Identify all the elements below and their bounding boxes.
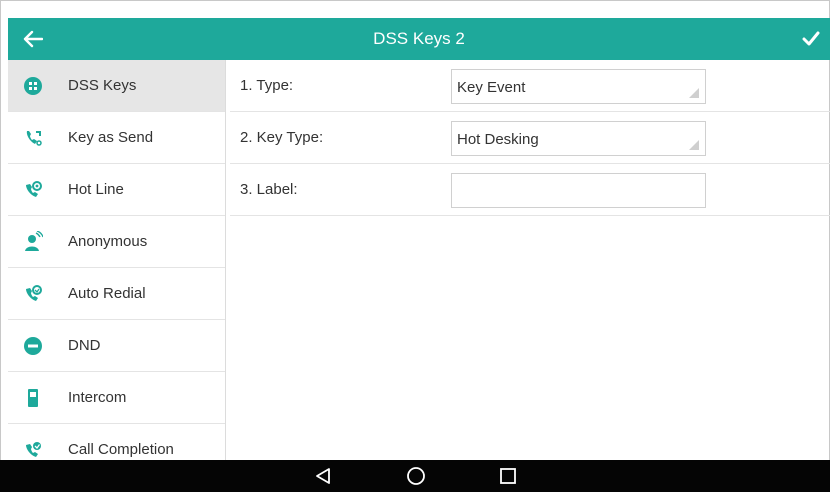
sidebar: DSS Keys Key as Send Hot Line Anonymous … [8,60,226,460]
sidebar-item-intercom[interactable]: Intercom [8,372,225,424]
sidebar-item-label: Hot Line [68,181,124,198]
nav-home-icon[interactable] [404,464,428,488]
dropdown-corner-icon [689,140,699,150]
call-completion-icon [22,439,44,461]
checkmark-icon[interactable] [798,26,824,52]
sidebar-item-label: DSS Keys [68,77,137,94]
sidebar-item-auto-redial[interactable]: Auto Redial [8,268,225,320]
title-bar: DSS Keys 2 [8,18,830,60]
type-dropdown[interactable]: Key Event [451,69,706,104]
sidebar-item-label: Key as Send [68,129,154,146]
dss-keys-icon [22,75,44,97]
key-as-send-icon [22,127,44,149]
dnd-icon [22,335,44,357]
sidebar-item-label: Auto Redial [68,285,146,302]
sidebar-item-call-completion[interactable]: Call Completion [8,424,225,460]
system-nav-bar [0,460,830,492]
key-type-dropdown[interactable]: Hot Desking [451,121,706,156]
intercom-icon [22,387,44,409]
sidebar-item-dss-keys[interactable]: DSS Keys [8,60,225,112]
hot-line-icon [22,179,44,201]
page-title: DSS Keys 2 [373,29,465,48]
anonymous-icon [22,230,44,253]
sidebar-item-anonymous[interactable]: Anonymous [8,216,225,268]
dropdown-corner-icon [689,88,699,98]
sidebar-item-label: DND [68,337,101,354]
setting-label: 1. Type: [240,77,294,94]
nav-recents-icon[interactable] [496,464,520,488]
sidebar-item-label: Anonymous [68,233,148,250]
settings-panel: 1. Type: Key Event 2. Key Type: Hot Desk… [230,60,830,460]
dropdown-value: Hot Desking [457,131,539,148]
auto-redial-icon [22,283,44,305]
setting-label: 3. Label: [240,181,298,198]
setting-label: 2. Key Type: [240,129,324,146]
setting-row-key-type: 2. Key Type: Hot Desking [230,112,830,164]
setting-row-type: 1. Type: Key Event [230,60,830,112]
sidebar-item-label: Call Completion [68,441,174,458]
dropdown-value: Key Event [457,79,526,96]
nav-back-icon[interactable] [311,464,335,488]
sidebar-item-key-as-send[interactable]: Key as Send [8,112,225,164]
sidebar-item-dnd[interactable]: DND [8,320,225,372]
setting-row-label: 3. Label: [230,164,830,216]
label-input[interactable] [451,173,706,208]
sidebar-item-hot-line[interactable]: Hot Line [8,164,225,216]
sidebar-item-label: Intercom [68,389,127,406]
